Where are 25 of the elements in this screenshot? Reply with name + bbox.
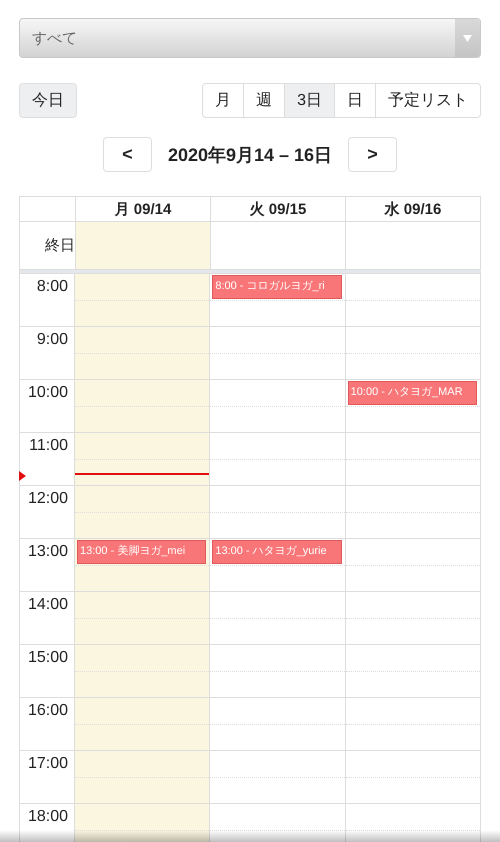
hour-label: 13:00 bbox=[28, 543, 69, 562]
hour-label: 9:00 bbox=[36, 331, 69, 350]
hour-label: 8:00 bbox=[36, 278, 69, 297]
view-tab[interactable]: 3日 bbox=[284, 83, 335, 118]
hour-label: 10:00 bbox=[28, 384, 69, 403]
view-tab[interactable]: 日 bbox=[334, 83, 376, 118]
day-header: 火 09/15 bbox=[211, 197, 346, 222]
today-button[interactable]: 今日 bbox=[19, 83, 77, 118]
view-tab[interactable]: 週 bbox=[243, 83, 286, 118]
hour-label: 17:00 bbox=[28, 755, 69, 774]
hour-label: 18:00 bbox=[28, 808, 69, 827]
previous-button[interactable]: < bbox=[102, 137, 152, 172]
hour-label: 14:00 bbox=[28, 596, 69, 615]
dropdown-caret-icon bbox=[463, 34, 472, 42]
hour-label: 15:00 bbox=[28, 649, 69, 668]
current-time-marker-icon bbox=[19, 471, 26, 481]
day-header: 水 09/16 bbox=[346, 197, 481, 222]
view-tab[interactable]: 月 bbox=[202, 83, 244, 118]
hour-label: 16:00 bbox=[28, 702, 69, 721]
hour-label: 12:00 bbox=[28, 490, 69, 509]
date-range-title: 2020年9月14 – 16日 bbox=[168, 144, 332, 166]
hour-label: 11:00 bbox=[29, 437, 69, 456]
next-button[interactable]: > bbox=[348, 137, 398, 172]
view-tab[interactable]: 予定リスト bbox=[375, 83, 481, 118]
filter-dropdown[interactable]: すべて bbox=[19, 18, 481, 58]
